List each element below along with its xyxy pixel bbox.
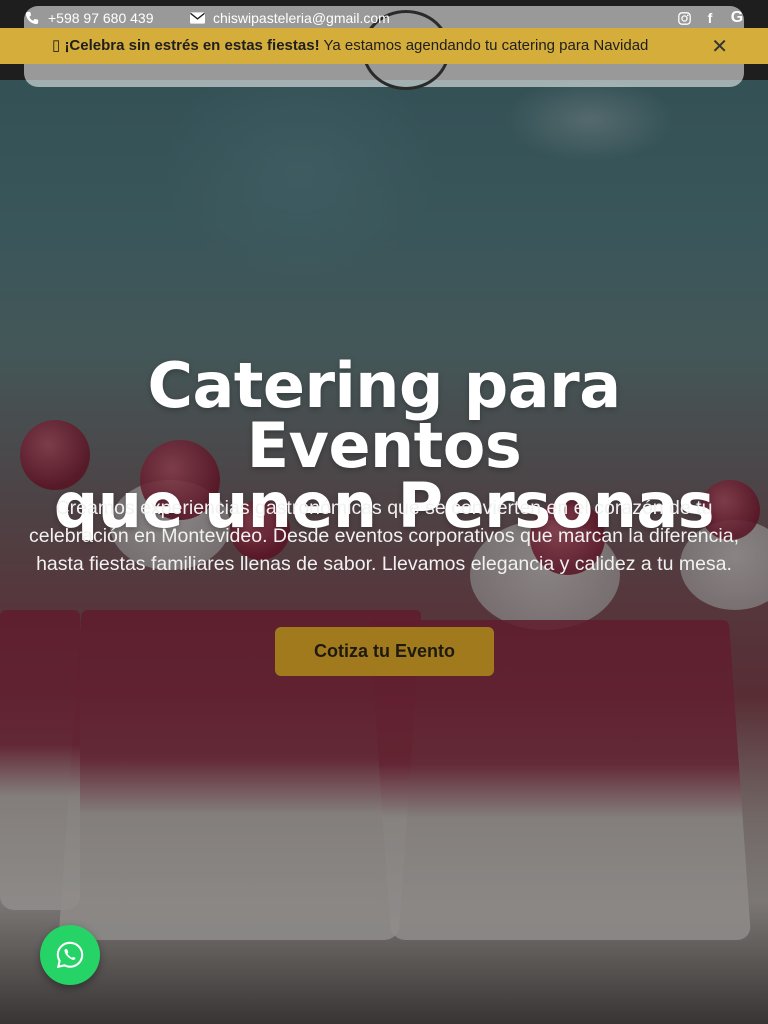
banner-body: Ya estamos agendando tu catering para Na… — [319, 37, 649, 54]
envelope-icon — [189, 10, 205, 26]
hero-subtitle: Creamos experiencias gastronómicas que s… — [29, 497, 739, 575]
banner-headline: ¡Celebra sin estrés en estas fiestas! — [64, 37, 320, 54]
google-icon[interactable]: G — [728, 8, 746, 28]
email-contact[interactable]: chiswipasteleria@gmail.com — [189, 8, 390, 28]
phone-contact[interactable]: +598 97 680 439 — [24, 8, 154, 28]
instagram-icon[interactable] — [675, 8, 693, 28]
whatsapp-icon — [56, 941, 84, 969]
party-emoji-icon: ▯ — [52, 37, 61, 54]
phone-icon — [24, 10, 40, 26]
hero-title-line-1: Catering para Eventos — [147, 349, 621, 482]
quote-event-button[interactable]: Cotiza tu Evento — [275, 627, 494, 676]
whatsapp-button[interactable] — [40, 925, 100, 985]
banner-message: ▯ ¡Celebra sin estrés en estas fiestas! … — [52, 28, 697, 64]
email-address[interactable]: chiswipasteleria@gmail.com — [213, 10, 390, 26]
close-icon[interactable]: ✕ — [711, 28, 728, 64]
facebook-icon[interactable]: f — [701, 8, 719, 28]
announcement-banner: ▯ ¡Celebra sin estrés en estas fiestas! … — [0, 28, 768, 64]
phone-number[interactable]: +598 97 680 439 — [48, 10, 154, 26]
